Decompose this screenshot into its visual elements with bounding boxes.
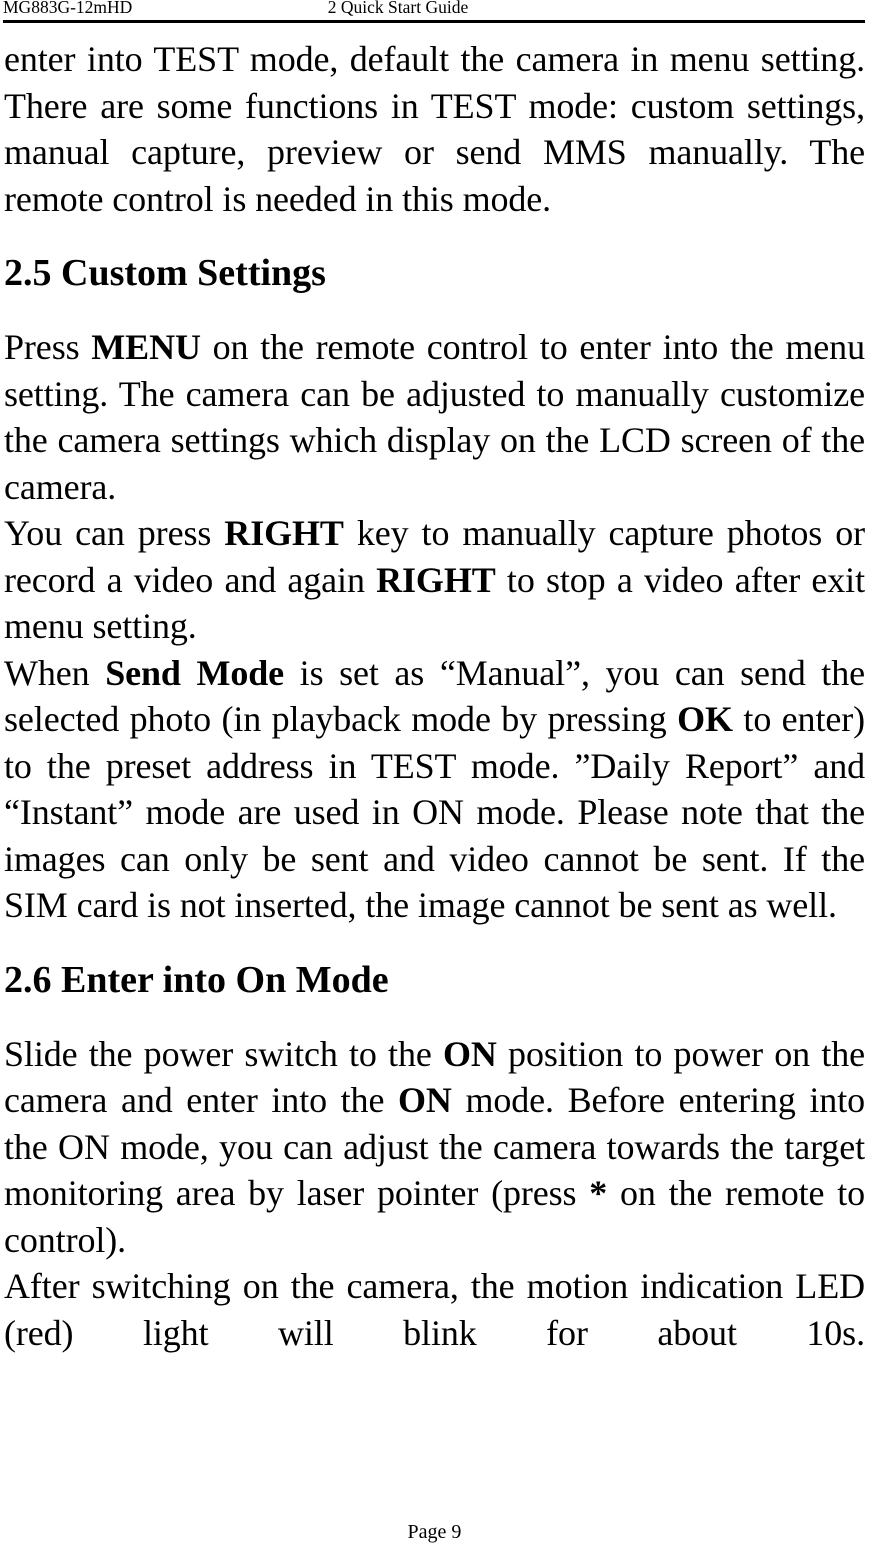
paragraph-2-6-power-switch: Slide the power switch to the ON positio… bbox=[4, 1031, 865, 1264]
spacer-after-heading-2-6 bbox=[4, 1003, 865, 1031]
heading-2-5-custom-settings: 2.5 Custom Settings bbox=[4, 252, 326, 294]
page-number: Page 9 bbox=[407, 1521, 462, 1543]
keyword-asterisk: * bbox=[589, 1173, 608, 1213]
paragraph-2-6-led-blink: After switching on the camera, the motio… bbox=[4, 1263, 865, 1403]
keyword-menu: MENU bbox=[91, 327, 201, 367]
header-document-title: 2 Quick Start Guide bbox=[327, 0, 469, 17]
paragraph-2-5-right-key: You can press RIGHT key to manually capt… bbox=[4, 510, 865, 650]
keyword-right-2: RIGHT bbox=[376, 559, 496, 600]
running-header: MG883G-12mHD 2 Quick Start Guide bbox=[3, 0, 865, 23]
run-text: After switching on the camera, the motio… bbox=[4, 1266, 865, 1353]
run-text: When bbox=[4, 652, 106, 693]
run-text: Press bbox=[4, 327, 92, 367]
keyword-on-2: ON bbox=[397, 1080, 452, 1120]
intro-text: enter into TEST mode, default the camera… bbox=[4, 39, 865, 219]
paragraph-2-5-menu: Press MENU on the remote control to ente… bbox=[4, 324, 865, 510]
keyword-right-1: RIGHT bbox=[224, 513, 344, 553]
run-text: You can press bbox=[4, 513, 225, 553]
paragraph-intro: enter into TEST mode, default the camera… bbox=[4, 36, 865, 222]
page-body: enter into TEST mode, default the camera… bbox=[4, 36, 865, 1403]
paragraph-2-5-send-mode: When Send Mode is set as “Manual”, you c… bbox=[4, 650, 865, 929]
spacer-before-heading-2-6 bbox=[4, 929, 865, 957]
spacer-after-heading-2-5 bbox=[4, 296, 865, 324]
document-page: MG883G-12mHD 2 Quick Start Guide enter i… bbox=[0, 0, 869, 1550]
keyword-ok: OK bbox=[677, 699, 733, 739]
run-text: Slide the power switch to the bbox=[4, 1033, 443, 1074]
keyword-send-mode: Send Mode bbox=[105, 652, 285, 693]
keyword-on-1: ON bbox=[443, 1033, 497, 1074]
page-footer: Page 9 bbox=[0, 1520, 869, 1544]
heading-2-6-enter-into-on-mode: 2.6 Enter into On Mode bbox=[4, 958, 389, 1001]
spacer-before-heading-2-5 bbox=[4, 222, 865, 250]
